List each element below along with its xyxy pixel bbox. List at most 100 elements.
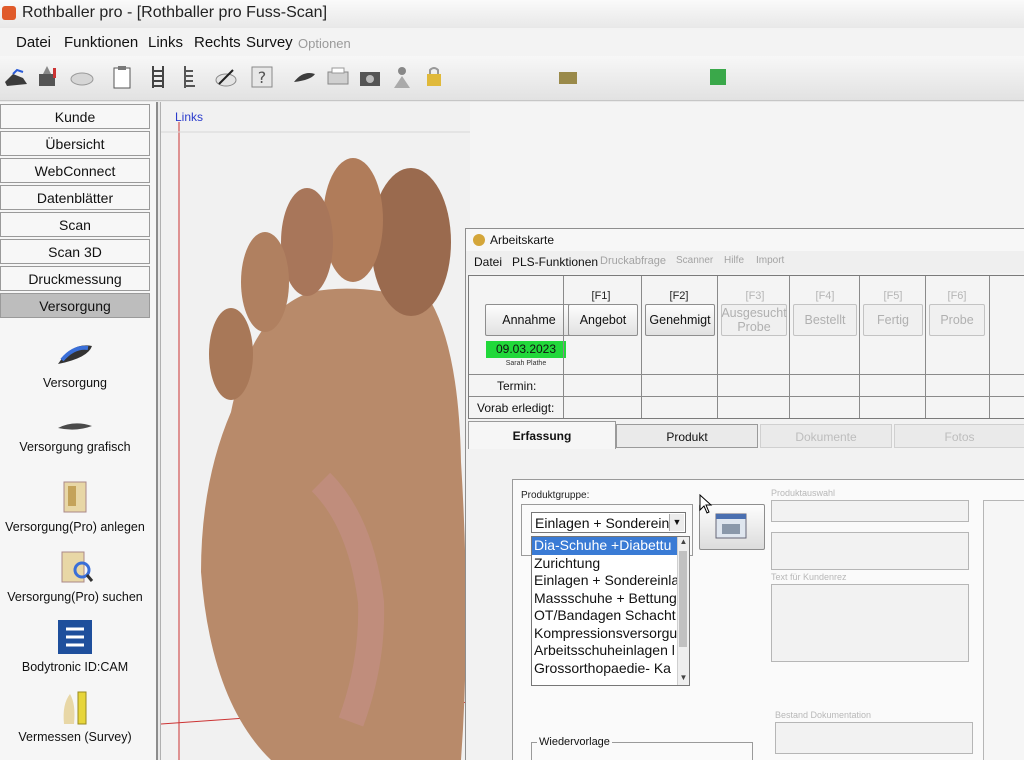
- search-document-icon: [54, 548, 96, 588]
- ausgesucht-probe-button[interactable]: Ausgesucht Probe: [721, 304, 787, 336]
- menu-links[interactable]: Links: [148, 34, 183, 51]
- dialog-menu-hilfe[interactable]: Hilfe: [724, 255, 744, 266]
- help-icon[interactable]: ?: [248, 62, 276, 92]
- nav-datenblaetter[interactable]: Datenblätter: [0, 185, 150, 210]
- produktauswahl-field[interactable]: [771, 500, 969, 522]
- tab-erfassung[interactable]: Erfassung: [468, 421, 616, 449]
- tab-dokumente[interactable]: Dokumente: [760, 424, 892, 448]
- app-logo-icon: [2, 6, 16, 20]
- produktgruppe-select[interactable]: Einlagen + Sondereinl ▼: [531, 512, 686, 533]
- nav-druckmessung[interactable]: Druckmessung: [0, 266, 150, 291]
- bestellt-button[interactable]: Bestellt: [793, 304, 857, 336]
- ladder-alt-icon[interactable]: [176, 62, 204, 92]
- dialog-menu-import[interactable]: Import: [756, 255, 784, 266]
- nav-kunde[interactable]: Kunde: [0, 104, 150, 129]
- nav-versorgung[interactable]: Versorgung: [0, 293, 150, 318]
- vorab-erledigt-label: Vorab erledigt:: [477, 401, 555, 415]
- bestand-field[interactable]: [775, 722, 973, 754]
- option-dia-schuhe[interactable]: Dia-Schuhe +Diabettu: [532, 537, 689, 555]
- tool-label: Bodytronic ID:CAM: [21, 660, 129, 674]
- nav-webconnect[interactable]: WebConnect: [0, 158, 150, 183]
- menu-funktionen[interactable]: Funktionen: [64, 34, 138, 51]
- ladder-icon[interactable]: [144, 62, 172, 92]
- dialog-menu-scanner[interactable]: Scanner: [676, 255, 713, 266]
- fkey-f3: [F3]: [745, 290, 765, 302]
- person-icon[interactable]: [388, 62, 416, 92]
- nav-uebersicht[interactable]: Übersicht: [0, 131, 150, 156]
- dialog-menu-datei[interactable]: Datei: [474, 255, 502, 269]
- dialog-menu-druckabfrage[interactable]: Druckabfrage: [600, 255, 666, 267]
- tool-label: Versorgung: [43, 376, 107, 390]
- dialog-app-icon: [473, 234, 485, 246]
- tool-versorgung-pro-anlegen[interactable]: Versorgung(Pro) anlegen: [0, 478, 150, 534]
- svg-text:?: ?: [258, 68, 267, 87]
- tool-vermessen-survey[interactable]: Vermessen (Survey): [0, 688, 150, 744]
- clipboard-icon[interactable]: [108, 62, 136, 92]
- camera-icon[interactable]: [356, 62, 384, 92]
- status-grid: Annahme 09.03.2023 Sarah Plathe [F1] Ang…: [468, 275, 1024, 419]
- genehmigt-button[interactable]: Genehmigt: [645, 304, 715, 336]
- tool-label: Versorgung grafisch: [19, 440, 131, 454]
- pen-alt-icon[interactable]: [212, 62, 240, 92]
- kundentext-field[interactable]: [771, 584, 969, 662]
- menu-rechts[interactable]: Rechts: [194, 34, 241, 51]
- annahme-user: Sarah Plathe: [505, 360, 547, 367]
- document-foot-icon: [54, 478, 96, 518]
- shoe-icon[interactable]: [2, 62, 30, 92]
- option-kompression[interactable]: Kompressionsversorgu: [532, 625, 689, 643]
- tab-fotos[interactable]: Fotos: [894, 424, 1024, 448]
- bodytronic-logo-icon: [54, 618, 96, 658]
- window-title: Rothballer pro - [Rothballer pro Fuss-Sc…: [22, 4, 328, 21]
- arbeitskarte-dialog: Arbeitskarte Datei PLS-Funktionen Drucka…: [465, 228, 1024, 760]
- produktgruppe-dropdown-list[interactable]: Dia-Schuhe +Diabettu Zurichtung Einlagen…: [531, 536, 690, 686]
- bestand-label: Bestand Dokumentation: [775, 710, 872, 720]
- printer-icon[interactable]: [324, 62, 352, 92]
- scroll-down-icon[interactable]: ▼: [678, 673, 689, 685]
- folder-icon[interactable]: [554, 62, 582, 92]
- vorab-row: Vorab erledigt:: [469, 396, 1024, 419]
- insole-icon: [54, 414, 96, 438]
- annahme-date-badge: 09.03.2023: [486, 341, 566, 358]
- probe-button[interactable]: Probe: [929, 304, 985, 336]
- tool-versorgung-grafisch[interactable]: Versorgung grafisch: [0, 414, 150, 454]
- scroll-up-icon[interactable]: ▲: [678, 537, 689, 549]
- tool-versorgung-pro-suchen[interactable]: Versorgung(Pro) suchen: [0, 548, 150, 604]
- termin-row: Termin:: [469, 374, 1024, 397]
- chevron-down-icon[interactable]: ▼: [669, 514, 684, 531]
- fkey-f4: [F4]: [815, 290, 835, 302]
- angebot-button[interactable]: Angebot: [568, 304, 638, 336]
- toolbar: ?: [0, 56, 1024, 101]
- status-green-icon[interactable]: [704, 62, 732, 92]
- option-ot-bandagen[interactable]: OT/Bandagen Schacht: [532, 607, 689, 625]
- scan-viewport[interactable]: Links: [160, 102, 471, 760]
- option-zurichtung[interactable]: Zurichtung: [532, 555, 689, 573]
- option-einlagen[interactable]: Einlagen + Sondereinla: [532, 572, 689, 590]
- lock-icon[interactable]: [420, 62, 448, 92]
- produktauswahl-detail-field[interactable]: [771, 532, 969, 570]
- scroll-thumb[interactable]: [679, 551, 687, 647]
- dialog-menu-pls-funktionen[interactable]: PLS-Funktionen: [512, 255, 598, 269]
- menu-datei[interactable]: Datei: [16, 34, 51, 51]
- right-side-panel: [983, 500, 1024, 760]
- annahme-button[interactable]: Annahme: [485, 304, 573, 336]
- dialog-title: Arbeitskarte: [490, 233, 555, 247]
- nav-scan-3d[interactable]: Scan 3D: [0, 239, 150, 264]
- option-grossorthopaedie[interactable]: Grossorthopaedie- Ka: [532, 660, 689, 678]
- insole-icon[interactable]: [290, 62, 318, 92]
- tool-versorgung[interactable]: Versorgung: [0, 334, 150, 390]
- foam-icon[interactable]: [68, 62, 96, 92]
- fkey-f1: [F1]: [591, 290, 611, 302]
- option-massschuhe[interactable]: Massschuhe + Bettung: [532, 590, 689, 608]
- pen-icon[interactable]: [34, 62, 62, 92]
- dialog-title-bar: Arbeitskarte: [466, 229, 1024, 252]
- fertig-button[interactable]: Fertig: [863, 304, 923, 336]
- tab-produkt[interactable]: Produkt: [616, 424, 758, 448]
- tool-bodytronic[interactable]: Bodytronic ID:CAM: [0, 618, 150, 674]
- catalog-window-icon: [715, 513, 747, 539]
- nav-scan[interactable]: Scan: [0, 212, 150, 237]
- produktgruppe-selected-value: Einlagen + Sondereinl: [535, 515, 673, 531]
- menu-survey[interactable]: Survey: [246, 34, 293, 51]
- menu-optionen[interactable]: Optionen: [298, 36, 351, 51]
- option-arbeitsschuheinlagen[interactable]: Arbeitsschuheinlagen l: [532, 642, 689, 660]
- list-scrollbar[interactable]: ▲ ▼: [677, 537, 689, 685]
